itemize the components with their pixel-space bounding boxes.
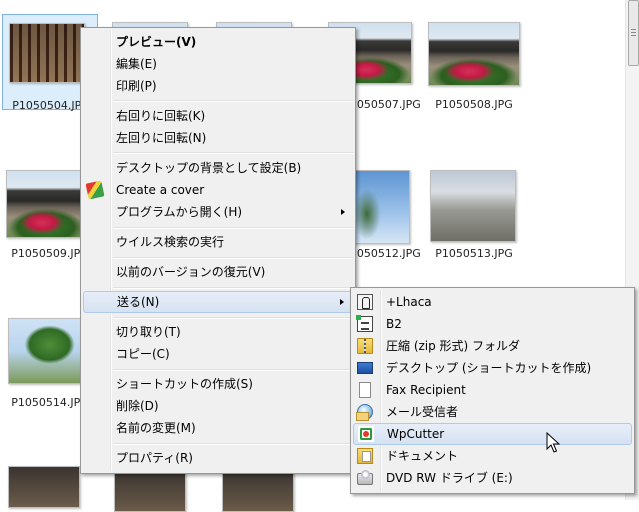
send-to-zip-folder[interactable]: 圧縮 (zip 形式) フォルダ <box>353 335 632 357</box>
documents-icon <box>357 448 373 464</box>
menu-separator <box>113 227 353 229</box>
send-to-lhaca[interactable]: +Lhaca <box>353 291 632 313</box>
file-name: P1050508.JPG <box>435 98 513 111</box>
wpcutter-icon <box>358 426 374 442</box>
menu-item-restore-previous-versions[interactable]: 以前のバージョンの復元(V) <box>83 261 353 283</box>
menu-item-properties[interactable]: プロパティ(R) <box>83 447 353 469</box>
menu-item-open-with[interactable]: プログラムから開く(H) <box>83 201 353 223</box>
menu-item-delete[interactable]: 削除(D) <box>83 395 353 417</box>
submenu-arrow-icon <box>340 299 344 305</box>
file-tile[interactable]: P1050508.JPG <box>424 14 520 111</box>
dvd-drive-icon <box>357 470 373 485</box>
menu-separator <box>113 369 353 371</box>
send-to-dvd-drive[interactable]: DVD RW ドライブ (E:) <box>353 467 632 489</box>
menu-item-create-cover[interactable]: Create a cover <box>83 179 353 201</box>
menu-separator <box>113 152 353 154</box>
menu-item-edit[interactable]: 編集(E) <box>83 53 353 75</box>
thumbnail <box>430 170 516 242</box>
context-menu: プレビュー(V) 編集(E) 印刷(P) 右回りに回転(K) 左回りに回転(N)… <box>80 27 356 474</box>
menu-item-copy[interactable]: コピー(C) <box>83 343 353 365</box>
b2-icon <box>356 315 373 332</box>
menu-item-rotate-left[interactable]: 左回りに回転(N) <box>83 127 353 149</box>
menu-item-rename[interactable]: 名前の変更(M) <box>83 417 353 439</box>
send-to-b2[interactable]: B2 <box>353 313 632 335</box>
menu-item-rotate-right[interactable]: 右回りに回転(K) <box>83 105 353 127</box>
menu-separator <box>113 287 353 289</box>
mail-recipient-icon <box>356 404 373 421</box>
send-to-wpcutter[interactable]: WpCutter <box>353 423 632 445</box>
scrollbar-thumb[interactable] <box>628 0 639 66</box>
menu-item-create-shortcut[interactable]: ショートカットの作成(S) <box>83 373 353 395</box>
scrollbar-grip-icon <box>631 35 636 36</box>
menu-separator <box>113 100 353 102</box>
scrollbar-grip-icon <box>631 32 636 33</box>
menu-separator <box>113 317 353 319</box>
menu-item-print[interactable]: 印刷(P) <box>83 75 353 97</box>
mouse-cursor-icon <box>546 432 560 453</box>
menu-item-set-desktop-background[interactable]: デスクトップの背景として設定(B) <box>83 157 353 179</box>
submenu-arrow-icon <box>341 209 345 215</box>
thumbnail <box>114 470 186 512</box>
thumbnail <box>352 170 410 244</box>
thumbnail <box>222 470 294 512</box>
lhaca-icon <box>357 294 373 310</box>
thumbnail <box>8 466 80 508</box>
menu-item-preview[interactable]: プレビュー(V) <box>83 31 353 53</box>
menu-separator <box>113 257 353 259</box>
file-name: P1050513.JPG <box>435 247 513 260</box>
menu-item-send-to[interactable]: 送る(N) <box>83 291 353 313</box>
create-cover-icon <box>85 180 105 200</box>
thumbnail <box>428 22 520 86</box>
menu-item-virus-scan[interactable]: ウイルス検索の実行 <box>83 231 353 253</box>
send-to-documents[interactable]: ドキュメント <box>353 445 632 467</box>
thumbnail <box>8 318 84 384</box>
scrollbar-grip-icon <box>631 29 636 30</box>
menu-item-cut[interactable]: 切り取り(T) <box>83 321 353 343</box>
fax-icon <box>359 382 371 398</box>
menu-separator <box>113 443 353 445</box>
zip-folder-icon <box>357 338 373 354</box>
send-to-mail-recipient[interactable]: メール受信者 <box>353 401 632 423</box>
desktop-icon <box>357 362 373 374</box>
file-tile[interactable]: P1050513.JPG <box>424 164 520 260</box>
send-to-submenu: +Lhaca B2 圧縮 (zip 形式) フォルダ デスクトップ (ショートカ… <box>350 287 635 494</box>
send-to-desktop[interactable]: デスクトップ (ショートカットを作成) <box>353 357 632 379</box>
send-to-fax-recipient[interactable]: Fax Recipient <box>353 379 632 401</box>
thumbnail <box>6 170 86 238</box>
thumbnail <box>9 23 85 83</box>
